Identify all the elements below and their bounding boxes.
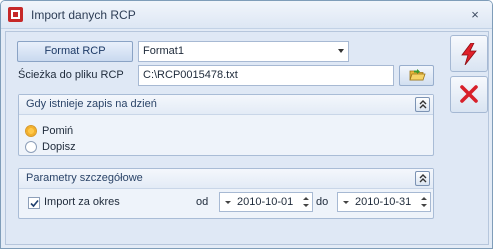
format-select[interactable]: Format1: [138, 41, 349, 62]
path-label: Ścieżka do pliku RCP: [18, 69, 124, 81]
import-dialog: Import danych RCP × Format RCP Format1 Ś…: [0, 0, 493, 249]
close-button[interactable]: ×: [467, 7, 483, 23]
checkmark-icon: [30, 199, 39, 208]
title-bar: Import danych RCP ×: [1, 1, 492, 29]
cancel-x-icon: [460, 85, 478, 103]
group-when-exists-header: Gdy istnieje zapis na dzień: [19, 95, 433, 115]
collapse-button-params[interactable]: [415, 171, 430, 186]
import-period-label: Import za okres: [44, 196, 120, 208]
radio-pomin-label: Pomiń: [42, 125, 74, 137]
dialog-content: Format RCP Format1 Ścieżka do pliku RCP …: [5, 31, 489, 245]
date-to-field[interactable]: 2010-10-31: [337, 192, 431, 212]
params-row: Import za okres od 2010-10-01 do 2010-10…: [19, 190, 433, 216]
od-label: od: [196, 196, 209, 208]
radio-pomin-circle[interactable]: [25, 125, 37, 137]
format-rcp-button[interactable]: Format RCP: [17, 41, 133, 62]
date-from-field[interactable]: 2010-10-01: [219, 192, 313, 212]
group-params-title: Parametry szczegółowe: [26, 172, 143, 184]
do-label: do: [316, 196, 329, 208]
group-params: Parametry szczegółowe Import za okres od: [18, 168, 434, 219]
collapse-button-exists[interactable]: [415, 97, 430, 112]
group-params-header: Parametry szczegółowe: [19, 169, 433, 189]
path-input[interactable]: C:\RCP0015478.txt: [138, 65, 394, 86]
cancel-button[interactable]: [450, 76, 488, 113]
window-title: Import danych RCP: [31, 8, 136, 22]
date-to-value: 2010-10-31: [355, 196, 412, 208]
date-from-value: 2010-10-01: [237, 196, 294, 208]
group-when-exists-title: Gdy istnieje zapis na dzień: [26, 98, 157, 110]
radio-dopisz-label: Dopisz: [42, 141, 76, 153]
double-chevron-up-icon: [419, 174, 427, 183]
lightning-icon: [461, 43, 477, 65]
chevron-down-icon: [338, 49, 344, 53]
radio-dopisz-circle[interactable]: [25, 141, 37, 153]
format-select-value: Format1: [143, 45, 184, 57]
calendar-dropdown-icon[interactable]: [343, 201, 349, 204]
spinner-icon[interactable]: [420, 195, 428, 209]
calendar-dropdown-icon[interactable]: [225, 201, 231, 204]
browse-button[interactable]: [399, 65, 434, 86]
group-when-exists: Gdy istnieje zapis na dzień Pomiń Dopisz: [18, 94, 434, 156]
app-icon: [8, 7, 23, 22]
spinner-icon[interactable]: [302, 195, 310, 209]
double-chevron-up-icon: [419, 100, 427, 109]
execute-import-button[interactable]: [450, 35, 488, 72]
folder-open-icon: [409, 69, 426, 81]
import-period-checkbox[interactable]: [28, 197, 40, 209]
